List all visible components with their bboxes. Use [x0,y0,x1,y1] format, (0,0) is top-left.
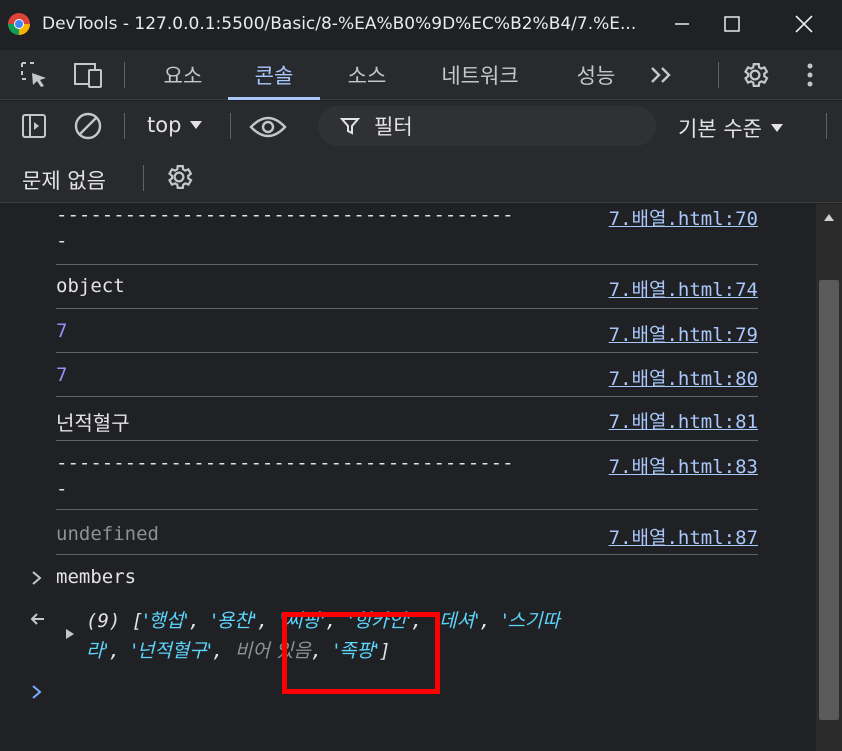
expand-triangle-icon[interactable] [64,628,76,640]
block-icon [74,112,102,140]
log-level-selector[interactable]: 기본 수준 [678,113,784,143]
source-link[interactable]: 7.배열.html:83 [609,452,758,479]
device-toggle-icon [74,63,102,88]
message-text-continued: - [56,230,68,252]
tab-sources[interactable]: 소스 [328,50,406,100]
toolbar-divider [826,113,827,139]
close-button[interactable] [790,10,818,38]
issues-count-label[interactable]: 문제 없음 [22,165,106,195]
input-echo-text: members [56,566,137,588]
title-bar: DevTools - 127.0.0.1:5500/Basic/8-%EA%B0… [0,0,842,50]
highlight-annotation [282,612,440,694]
inspect-element-button[interactable] [18,60,50,90]
gear-icon [168,165,193,189]
console-message: ----------------------------------------… [56,204,758,265]
tab-network[interactable]: 네트워크 [418,50,542,100]
eye-icon [249,116,287,138]
console-message: ----------------------------------------… [56,442,758,510]
sidebar-toggle-button[interactable] [18,111,50,141]
toolbar-divider [230,113,231,139]
scrollbar-thumb[interactable] [819,280,839,720]
array-count: (9) [86,610,121,632]
message-undefined: undefined [56,523,159,545]
devtools-window: DevTools - 127.0.0.1:5500/Basic/8-%EA%B0… [0,0,842,751]
maximize-button[interactable] [718,10,746,38]
array-item: '용찬' [211,610,257,632]
array-item: '행섭' [143,610,189,632]
source-link[interactable]: 7.배열.html:80 [609,364,758,391]
toolbar-divider [124,62,125,88]
context-value: top [147,113,182,137]
console-message: undefined 7.배열.html:87 [56,511,758,555]
scroll-up-arrow-icon[interactable] [824,214,834,221]
source-link[interactable]: 7.배열.html:87 [609,523,758,550]
chevron-double-right-icon [651,67,671,83]
prompt-chevron-icon [32,685,42,699]
chrome-logo-icon [8,13,30,35]
toolbar-divider [718,62,719,88]
message-text: 넌적혈구 [56,411,130,435]
console-settings-button[interactable] [162,161,196,193]
settings-button[interactable] [738,59,772,91]
array-item-continued: 라' [86,640,109,662]
tab-elements[interactable]: 요소 [144,50,222,100]
tab-console[interactable]: 콘솔 [228,50,320,100]
dropdown-caret-icon [190,121,203,129]
source-link[interactable]: 7.배열.html:81 [609,407,758,434]
log-level-value: 기본 수준 [678,117,762,141]
toolbar-divider [143,165,144,191]
console-message: 7 7.배열.html:80 [56,354,758,397]
filter-input[interactable]: 필터 [318,106,656,146]
message-number: 7 [56,320,68,342]
console-message: 7 7.배열.html:79 [56,310,758,353]
array-item: '스기따 [502,610,560,632]
panel-tabs-bar: 요소 콘솔 소스 네트워크 성능 [0,50,842,100]
result-arrow-icon [30,613,44,625]
live-expression-button[interactable] [248,113,288,141]
source-link[interactable]: 7.배열.html:74 [609,275,758,302]
window-title: DevTools - 127.0.0.1:5500/Basic/8-%EA%B0… [42,14,637,34]
console-message: 넌적혈구 7.배열.html:81 [56,398,758,441]
source-link[interactable]: 7.배열.html:79 [609,320,758,347]
minimize-icon [675,23,689,25]
message-text: ---------------------------------------- [56,452,514,474]
sidebar-panel-icon [22,114,46,138]
dropdown-caret-icon [770,124,783,132]
source-link[interactable]: 7.배열.html:70 [609,204,758,231]
kebab-menu-icon [807,63,813,87]
toolbar-divider [124,113,125,139]
console-scrollbar[interactable] [816,204,842,751]
chevron-right-icon [32,571,42,585]
console-message: object 7.배열.html:74 [56,266,758,309]
more-tabs-button[interactable] [644,62,678,88]
customize-menu-button[interactable] [798,60,822,90]
tab-performance[interactable]: 성능 [556,50,636,100]
message-text-continued: - [56,478,68,500]
filter-icon [340,118,360,135]
maximize-icon [724,16,740,32]
inspect-cursor-icon [21,62,46,87]
issues-bar: 문제 없음 [0,151,842,203]
array-item: '넌적혈구' [131,640,212,662]
minimize-button[interactable] [668,10,696,38]
message-text: ---------------------------------------- [56,204,514,226]
clear-console-button[interactable] [72,111,104,141]
close-icon [795,15,813,33]
context-selector[interactable]: top [147,113,203,137]
device-toolbar-button[interactable] [72,60,106,90]
gear-icon [744,63,769,87]
message-number: 7 [56,364,68,386]
message-text: object [56,275,125,297]
array-item: '데셔' [433,610,480,632]
filter-placeholder: 필터 [374,115,413,139]
